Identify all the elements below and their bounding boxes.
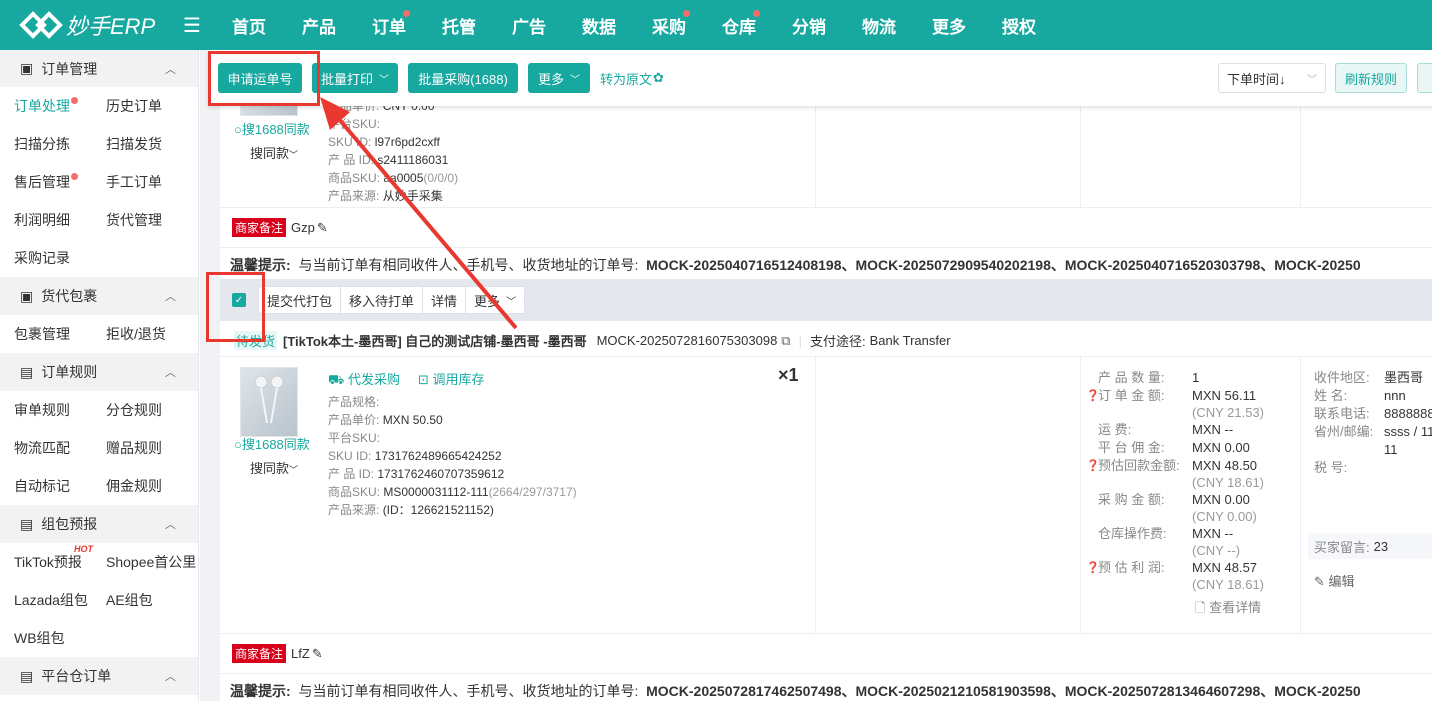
annotation-arrow (320, 97, 518, 330)
